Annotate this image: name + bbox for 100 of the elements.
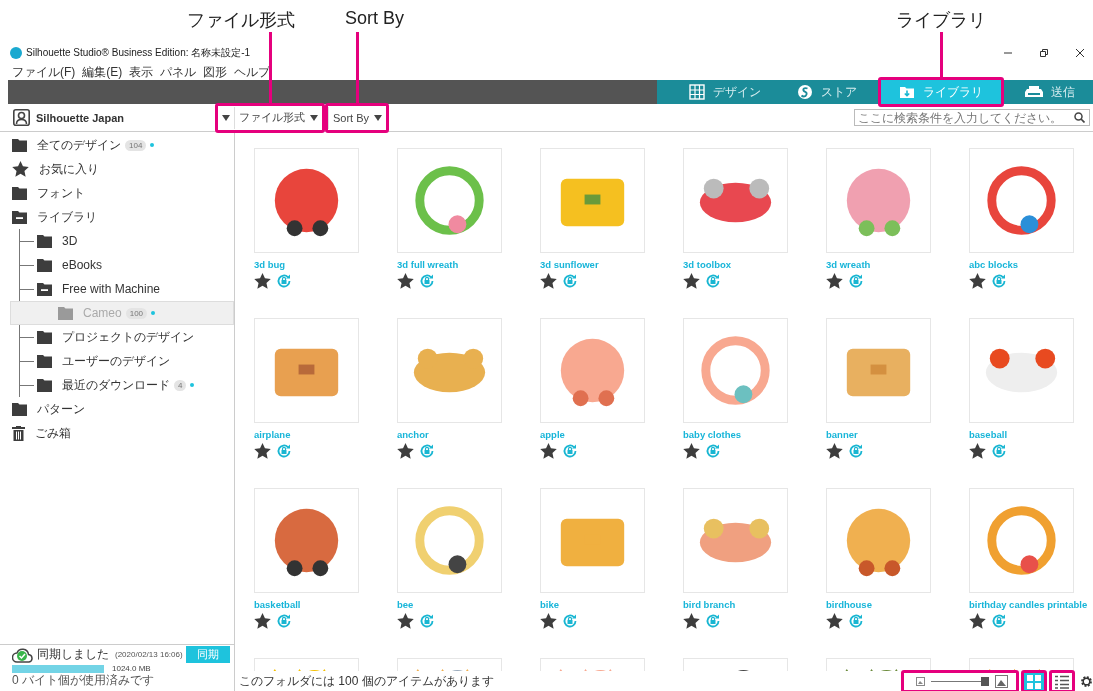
design-name[interactable]: basketball: [254, 599, 301, 610]
design-thumbnail[interactable]: [540, 148, 645, 253]
star-icon[interactable]: [683, 613, 700, 629]
tree-item[interactable]: ユーザーのデザイン: [20, 349, 234, 373]
design-thumbnail[interactable]: [683, 318, 788, 423]
design-name[interactable]: 3d wreath: [826, 259, 871, 270]
sync-lock-icon: [705, 613, 721, 629]
count-badge: 104: [125, 139, 147, 151]
star-icon[interactable]: [540, 443, 557, 459]
tree-item[interactable]: 最近のダウンロード 4: [20, 373, 234, 397]
design-name[interactable]: baby clothes: [683, 429, 742, 440]
design-thumbnail[interactable]: [540, 318, 645, 423]
star-icon[interactable]: [969, 273, 986, 289]
star-icon[interactable]: [826, 273, 843, 289]
design-name[interactable]: 3d bug: [254, 259, 286, 270]
tab[interactable]: デザイン: [671, 80, 779, 104]
sync-lock-icon: [562, 273, 578, 289]
design-thumbnail[interactable]: [826, 658, 931, 671]
design-name[interactable]: banner: [826, 429, 858, 440]
folder-icon: [12, 186, 27, 200]
star-icon[interactable]: [397, 613, 414, 629]
window-title: Silhouette Studio® Business Edition: 名称未設定-1: [26, 46, 251, 60]
tree-item[interactable]: ライブラリ: [0, 205, 234, 229]
star-icon[interactable]: [540, 273, 557, 289]
design-thumbnail[interactable]: [683, 148, 788, 253]
design-thumbnail[interactable]: [969, 148, 1074, 253]
tree-item[interactable]: フォント: [0, 181, 234, 205]
sync-lock-icon: [991, 443, 1007, 459]
design-thumbnail[interactable]: [969, 488, 1074, 593]
design-thumbnail[interactable]: [397, 148, 502, 253]
menu-item[interactable]: ヘルプ: [234, 63, 271, 81]
design-name[interactable]: anchor: [397, 429, 429, 440]
design-thumbnail[interactable]: [397, 318, 502, 423]
star-icon[interactable]: [254, 613, 271, 629]
star-icon[interactable]: [683, 443, 700, 459]
menu-item[interactable]: パネル: [160, 63, 197, 81]
design-name[interactable]: apple: [540, 429, 565, 440]
sync-lock-icon: [419, 613, 435, 629]
callout-line: [939, 32, 943, 77]
design-thumbnail[interactable]: [397, 658, 502, 671]
slider-thumb[interactable]: [981, 677, 989, 686]
tab[interactable]: ライブラリ: [881, 80, 1001, 104]
design-name[interactable]: birthday candles printable: [969, 599, 1088, 610]
design-name[interactable]: baseball: [969, 429, 1008, 440]
caret-icon: [222, 114, 230, 121]
tree-item[interactable]: プロジェクトのデザイン: [20, 325, 234, 349]
star-icon[interactable]: [540, 613, 557, 629]
design-thumbnail[interactable]: [683, 658, 788, 671]
search-field[interactable]: ここに検索条件を入力してください。: [854, 109, 1090, 126]
design-name[interactable]: airplane: [254, 429, 291, 440]
design-name[interactable]: bee: [397, 599, 414, 610]
design-thumbnail[interactable]: [254, 148, 359, 253]
folder-icon: [12, 402, 27, 416]
star-icon[interactable]: [397, 443, 414, 459]
settings-icon[interactable]: [1080, 675, 1093, 688]
star-icon[interactable]: [254, 273, 271, 289]
design-thumbnail[interactable]: [254, 488, 359, 593]
star-icon[interactable]: [683, 273, 700, 289]
sync-button[interactable]: 同期: [185, 646, 230, 663]
design-name[interactable]: 3d full wreath: [397, 259, 459, 270]
menu-item[interactable]: 表示: [129, 63, 154, 81]
tab[interactable]: ストア: [779, 80, 875, 104]
design-name[interactable]: bird branch: [683, 599, 736, 610]
design-thumbnail[interactable]: [540, 488, 645, 593]
tree-item[interactable]: 全てのデザイン 104: [0, 133, 234, 157]
design-thumbnail[interactable]: [683, 488, 788, 593]
tree-item[interactable]: パターン: [0, 397, 234, 421]
tree-item[interactable]: eBooks: [20, 253, 234, 277]
star-icon[interactable]: [826, 613, 843, 629]
app-logo-icon: [10, 47, 22, 59]
sync-lock-icon: [562, 613, 578, 629]
star-icon[interactable]: [969, 443, 986, 459]
tree-item[interactable]: ごみ箱: [0, 421, 234, 445]
menu-item[interactable]: 図形: [203, 63, 228, 81]
design-thumbnail[interactable]: [397, 488, 502, 593]
callout-label: ファイル形式: [187, 9, 295, 32]
design-thumbnail[interactable]: [254, 318, 359, 423]
tree-item[interactable]: Free with Machine: [20, 277, 234, 301]
design-thumbnail[interactable]: [826, 148, 931, 253]
design-name[interactable]: 3d toolbox: [683, 259, 732, 270]
design-thumbnail[interactable]: [969, 318, 1074, 423]
menu-item[interactable]: ファイル(F): [12, 63, 76, 81]
star-icon[interactable]: [397, 273, 414, 289]
design-thumbnail[interactable]: [254, 658, 359, 671]
tree-item[interactable]: お気に入り: [0, 157, 234, 181]
design-name[interactable]: 3d sunflower: [540, 259, 599, 270]
grid-icon: [1027, 674, 1041, 689]
tree-item[interactable]: 3D: [20, 229, 234, 253]
star-icon[interactable]: [826, 443, 843, 459]
menu-item[interactable]: 編集(E): [82, 63, 123, 81]
star-icon[interactable]: [969, 613, 986, 629]
design-thumbnail[interactable]: [826, 488, 931, 593]
tab[interactable]: 送信: [1007, 80, 1093, 104]
design-name[interactable]: bike: [540, 599, 559, 610]
design-thumbnail[interactable]: [826, 318, 931, 423]
design-name[interactable]: birdhouse: [826, 599, 872, 610]
tree-item[interactable]: Cameo 100: [10, 301, 234, 325]
design-name[interactable]: abc blocks: [969, 259, 1019, 270]
design-thumbnail[interactable]: [540, 658, 645, 671]
star-icon[interactable]: [254, 443, 271, 459]
